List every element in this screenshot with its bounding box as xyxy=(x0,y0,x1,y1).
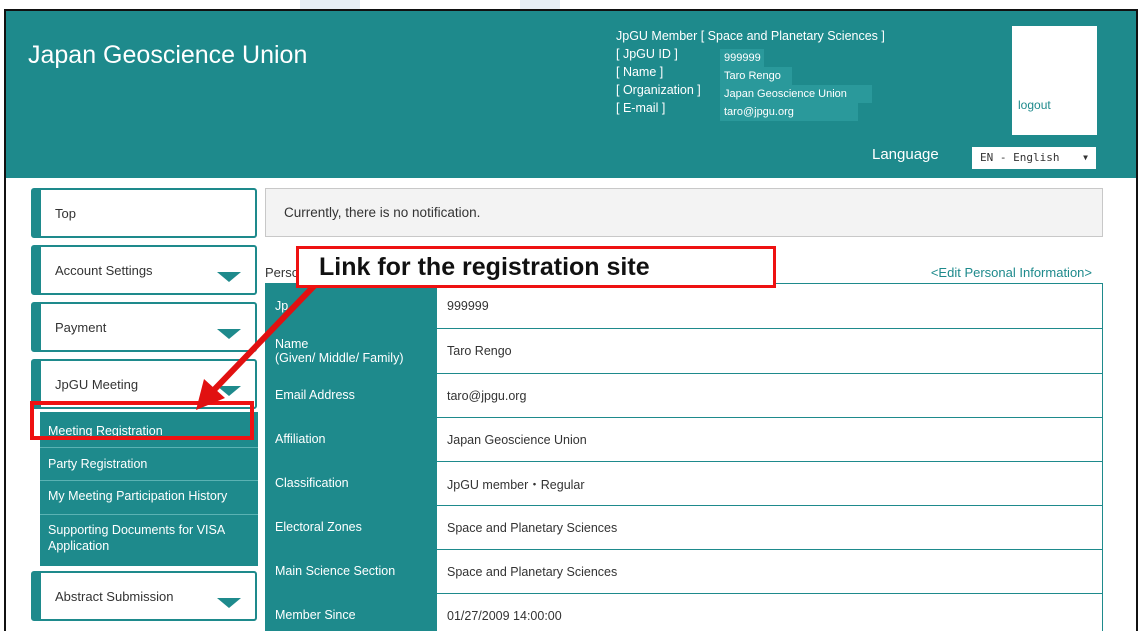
organization-value: Japan Geoscience Union xyxy=(720,85,872,103)
language-select-value: EN - English xyxy=(980,151,1060,164)
meeting-registration-highlight xyxy=(30,401,254,440)
table-row: Affiliation Japan Geoscience Union xyxy=(265,418,1103,462)
row-label: Email Address xyxy=(265,374,437,417)
name-label: [ Name ] xyxy=(616,65,664,79)
background-scrap xyxy=(520,0,560,9)
expand-triangle-icon xyxy=(217,598,241,608)
screenshot-frame: Japan Geoscience Union JpGU Member [ Spa… xyxy=(4,9,1138,631)
row-value: Space and Planetary Sciences xyxy=(447,564,618,579)
personal-info-heading: Perso xyxy=(265,265,299,280)
member-type-line: JpGU Member [ Space and Planetary Scienc… xyxy=(616,29,885,43)
table-row: Electoral Zones Space and Planetary Scie… xyxy=(265,506,1103,550)
row-label: Jp xyxy=(265,284,437,328)
row-label: Main Science Section xyxy=(265,550,437,593)
submenu-participation-history[interactable]: My Meeting Participation History xyxy=(40,489,258,503)
avatar xyxy=(1012,26,1097,135)
sidebar-item-label: Top xyxy=(55,206,76,221)
email-label: [ E-mail ] xyxy=(616,101,666,115)
organization-label: [ Organization ] xyxy=(616,83,701,97)
row-label: Affiliation xyxy=(265,418,437,461)
row-value: Japan Geoscience Union xyxy=(447,432,587,447)
sidebar-item-label: Abstract Submission xyxy=(55,589,174,604)
row-value: 999999 xyxy=(447,299,489,313)
expand-triangle-icon xyxy=(217,272,241,282)
submenu-visa-label-line1: Supporting Documents for VISA xyxy=(48,523,226,537)
row-label-line2: (Given/ Middle/ Family) xyxy=(275,351,404,365)
logout-link[interactable]: logout xyxy=(1018,98,1051,112)
row-label: Member Since xyxy=(265,594,437,631)
expand-triangle-icon xyxy=(217,386,241,396)
submenu-visa-label-line2: Application xyxy=(48,538,110,553)
table-row: Member Since 01/27/2009 14:00:00 xyxy=(265,594,1103,631)
language-label: Language xyxy=(872,146,939,163)
submenu-party-registration[interactable]: Party Registration xyxy=(40,457,258,471)
edit-personal-info-link[interactable]: <Edit Personal Information> xyxy=(931,265,1092,280)
email-value: taro@jpgu.org xyxy=(720,103,858,121)
sidebar-item-abstract-submission[interactable]: Abstract Submission xyxy=(31,571,257,621)
table-row: Jp 999999 xyxy=(265,284,1103,329)
site-header: Japan Geoscience Union JpGU Member [ Spa… xyxy=(6,11,1136,178)
table-row: Email Address taro@jpgu.org xyxy=(265,374,1103,418)
annotation-callout: Link for the registration site xyxy=(296,246,776,288)
row-value: Space and Planetary Sciences xyxy=(447,520,618,535)
submenu-divider xyxy=(40,480,258,481)
table-row: Main Science Section Space and Planetary… xyxy=(265,550,1103,594)
notification-box: Currently, there is no notification. xyxy=(265,188,1103,237)
row-label: Classification xyxy=(265,462,437,505)
row-label-line1: Name xyxy=(275,336,309,351)
row-label: Name (Given/ Middle/ Family) xyxy=(265,329,437,373)
expand-triangle-icon xyxy=(217,329,241,339)
submenu-visa-documents[interactable]: Supporting Documents for VISA Applicatio… xyxy=(40,523,258,554)
row-label: Electoral Zones xyxy=(265,506,437,549)
chevron-down-icon: ▼ xyxy=(1083,153,1088,162)
sidebar-item-top[interactable]: Top xyxy=(31,188,257,238)
row-value: 01/27/2009 14:00:00 xyxy=(447,608,562,623)
submenu-divider xyxy=(40,514,258,515)
sidebar-item-label: JpGU Meeting xyxy=(55,377,139,392)
sidebar-item-payment[interactable]: Payment xyxy=(31,302,257,352)
name-value: Taro Rengo xyxy=(720,67,792,85)
site-title[interactable]: Japan Geoscience Union xyxy=(28,41,307,70)
background-scrap xyxy=(300,0,360,9)
table-row: Name (Given/ Middle/ Family) Taro Rengo xyxy=(265,329,1103,374)
sidebar-item-label: Payment xyxy=(55,320,107,335)
row-value: taro@jpgu.org xyxy=(447,388,527,403)
jpgu-id-label: [ JpGU ID ] xyxy=(616,47,678,61)
row-value: Taro Rengo xyxy=(447,344,512,358)
jpgu-id-value: 999999 xyxy=(720,49,764,67)
language-select[interactable]: EN - English ▼ xyxy=(972,147,1096,169)
submenu-divider xyxy=(40,447,258,448)
sidebar-item-label: Account Settings xyxy=(55,263,153,278)
table-row: Classification JpGU member・Regular xyxy=(265,462,1103,506)
row-value: JpGU member・Regular xyxy=(447,478,585,492)
sidebar-item-account-settings[interactable]: Account Settings xyxy=(31,245,257,295)
